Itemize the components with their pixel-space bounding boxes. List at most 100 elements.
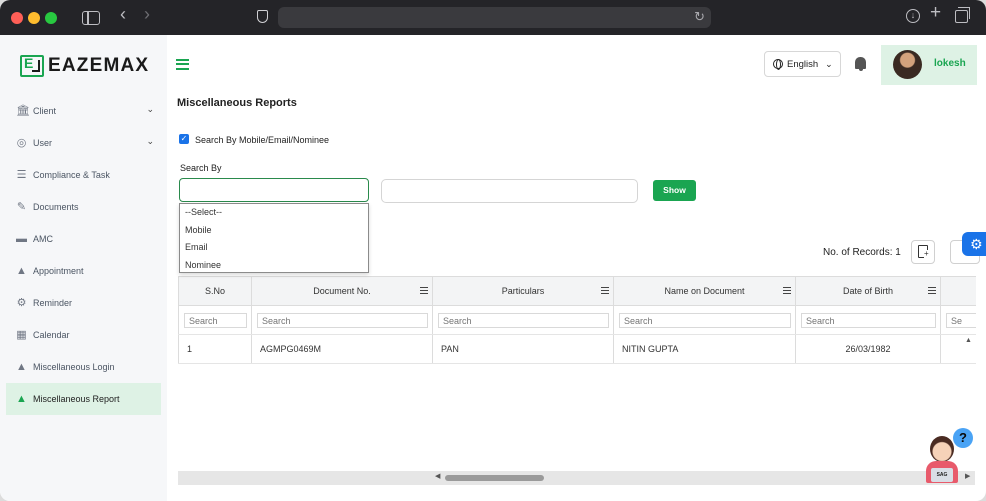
column-header-name-on-document[interactable]: Name on Document <box>613 277 795 305</box>
brand-logo[interactable]: EAZEMAX <box>20 55 149 77</box>
filter-input-sno[interactable] <box>184 313 247 328</box>
card-icon: ▬ <box>16 232 27 245</box>
cell-particulars: PAN <box>432 335 613 363</box>
sidebar-item-label: AMC <box>33 234 53 244</box>
bell-icon[interactable] <box>855 57 866 71</box>
new-tab-icon[interactable]: + <box>930 3 941 22</box>
filter-input-name-on-document[interactable] <box>619 313 791 328</box>
sidebar-item-client[interactable]: 🏛︎ Client ⌄ <box>0 95 167 127</box>
reload-icon[interactable]: ↻ <box>694 9 705 25</box>
file-add-icon <box>918 245 929 258</box>
address-bar[interactable]: ↻ <box>278 7 711 28</box>
column-header-particulars[interactable]: Particulars <box>432 277 613 305</box>
sidebar-item-label: Reminder <box>33 298 73 308</box>
logo-mark-icon <box>20 55 44 77</box>
cell-document-no: AGMPG0469M <box>251 335 432 363</box>
back-arrow-icon[interactable]: ‹ <box>120 5 126 23</box>
cell-date-of-birth: 26/03/1982 <box>795 335 940 363</box>
results-grid: S.No Document No. Particulars Name on Do… <box>178 276 976 364</box>
bank-icon: 🏛︎ <box>16 104 30 117</box>
search-value-input[interactable] <box>381 179 638 203</box>
chevron-down-icon[interactable]: ⌄ <box>146 104 154 115</box>
dropdown-option-nominee[interactable]: Nominee <box>180 257 368 275</box>
language-select[interactable]: English ⌄ <box>764 51 841 77</box>
column-header-document-no[interactable]: Document No. <box>251 277 432 305</box>
search-by-label: Search By <box>180 163 222 173</box>
language-value: English <box>787 58 819 70</box>
filter-input-more[interactable] <box>946 313 976 328</box>
maximize-window-button[interactable] <box>45 12 57 24</box>
sidebar-toggle-icon[interactable] <box>82 11 100 25</box>
app-window: ‹ › ↻ ↓ + EAZEMAX 🏛︎ Client ⌄ ◎ User ⌄ <box>0 0 986 501</box>
dropdown-option-select[interactable]: --Select-- <box>180 204 368 222</box>
sidebar-item-appointment[interactable]: ▲ Appointment <box>0 255 167 287</box>
sidebar-item-reminder[interactable]: ⚙ Reminder <box>0 287 167 319</box>
column-header-sno[interactable]: S.No <box>178 277 251 305</box>
scrollbar-thumb[interactable] <box>445 475 544 481</box>
assistant-laptop-icon: SAG <box>931 468 953 482</box>
column-menu-icon[interactable] <box>928 287 936 294</box>
user-menu[interactable]: lokesh <box>881 45 977 85</box>
horizontal-scrollbar[interactable]: ◀ ▶ <box>178 471 975 485</box>
gear-icon: ⚙ <box>16 296 27 309</box>
question-mark-icon: ? <box>953 428 973 448</box>
sidebar-item-label: Miscellaneous Login <box>33 362 115 372</box>
person-icon: ▲ <box>16 264 27 277</box>
privacy-shield-icon[interactable] <box>257 10 268 23</box>
search-by-checkbox[interactable]: ✓ <box>179 134 189 144</box>
records-count: No. of Records: 1 <box>823 247 901 258</box>
sidebar-item-label: Compliance & Task <box>33 170 110 180</box>
export-button[interactable] <box>911 240 935 264</box>
tab-overview-icon[interactable] <box>955 7 970 23</box>
sidebar-item-label: Documents <box>33 202 79 212</box>
filter-input-particulars[interactable] <box>438 313 609 328</box>
search-by-select[interactable] <box>179 178 369 202</box>
forward-arrow-icon[interactable]: › <box>144 5 150 23</box>
table-row[interactable]: 1 AGMPG0469M PAN NITIN GUPTA 26/03/1982 <box>178 335 976 364</box>
column-menu-icon[interactable] <box>420 287 428 294</box>
cell-sno: 1 <box>178 335 251 363</box>
browser-toolbar: ‹ › ↻ ↓ + <box>0 0 986 35</box>
sidebar-item-label: User <box>33 138 53 148</box>
sidebar-item-miscellaneous-login[interactable]: ▲ Miscellaneous Login <box>0 351 167 383</box>
sidebar-item-label: Miscellaneous Report <box>33 394 120 404</box>
scroll-left-arrow-icon[interactable]: ◀ <box>435 472 440 480</box>
column-header-more[interactable] <box>940 277 976 305</box>
minimize-window-button[interactable] <box>28 12 40 24</box>
scroll-up-arrow-icon[interactable]: ▲ <box>965 337 972 344</box>
search-by-checkbox-label: Search By Mobile/Email/Nominee <box>195 135 330 145</box>
user-circle-icon: ◎ <box>16 136 27 149</box>
download-icon[interactable]: ↓ <box>906 9 920 23</box>
person-icon: ▲ <box>16 360 27 373</box>
sidebar-item-compliance-task[interactable]: ☰ Compliance & Task <box>0 159 167 191</box>
close-window-button[interactable] <box>11 12 23 24</box>
hamburger-menu-icon[interactable] <box>176 59 189 70</box>
column-menu-icon[interactable] <box>783 287 791 294</box>
dropdown-option-mobile[interactable]: Mobile <box>180 222 368 240</box>
document-edit-icon: ✎ <box>16 200 27 213</box>
sidebar-item-calendar[interactable]: ▦ Calendar <box>0 319 167 351</box>
user-name: lokesh <box>934 58 966 69</box>
column-header-date-of-birth[interactable]: Date of Birth <box>795 277 940 305</box>
filter-input-document-no[interactable] <box>257 313 428 328</box>
grid-filter-row <box>178 306 976 335</box>
show-button[interactable]: Show <box>653 180 696 201</box>
dropdown-option-email[interactable]: Email <box>180 239 368 257</box>
search-by-dropdown: --Select-- Mobile Email Nominee <box>179 203 369 273</box>
column-menu-icon[interactable] <box>601 287 609 294</box>
sidebar-item-label: Client <box>33 106 57 116</box>
sidebar-item-documents[interactable]: ✎ Documents <box>0 191 167 223</box>
page-title: Miscellaneous Reports <box>177 97 297 109</box>
settings-fab[interactable]: ⚙ <box>962 232 986 256</box>
cell-name-on-document: NITIN GUPTA <box>613 335 795 363</box>
sidebar-item-amc[interactable]: ▬ AMC <box>0 223 167 255</box>
person-icon: ▲ <box>16 392 27 405</box>
grid-header-row: S.No Document No. Particulars Name on Do… <box>178 277 976 306</box>
filter-input-date-of-birth[interactable] <box>801 313 936 328</box>
sidebar-item-label: Calendar <box>33 330 70 340</box>
chevron-down-icon[interactable]: ⌄ <box>146 136 154 147</box>
help-assistant-widget[interactable]: SAG ? <box>921 428 973 488</box>
avatar[interactable] <box>893 50 922 79</box>
sidebar-item-user[interactable]: ◎ User ⌄ <box>0 127 167 159</box>
sidebar-item-miscellaneous-report[interactable]: ▲ Miscellaneous Report <box>6 383 161 415</box>
